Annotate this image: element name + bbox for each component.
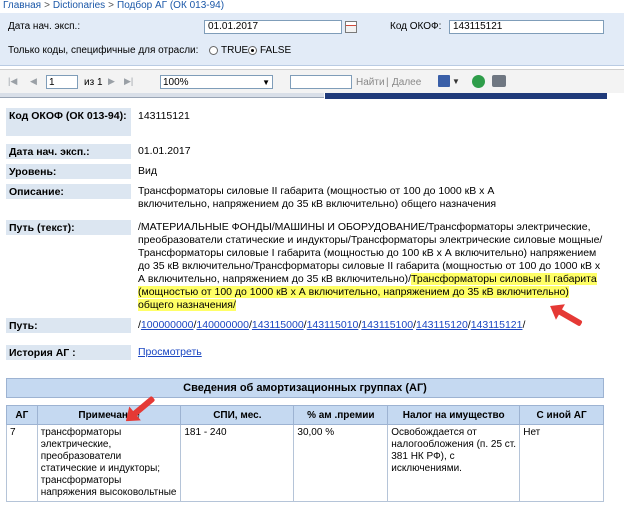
report-toolbar: |◀ ◀ из 1 ▶ ▶| 100% ▼ Найти | Далее ▼ — [0, 69, 624, 95]
radio-true-label: TRUE — [221, 45, 249, 56]
only-codes-label: Только коды, специфичные для отрасли: — [8, 45, 199, 56]
description-value: Трансформаторы силовые II габарита (мощн… — [138, 185, 497, 210]
save-icon[interactable] — [438, 75, 450, 87]
description-label: Описание: — [6, 184, 131, 199]
breadcrumb-home[interactable]: Главная — [3, 0, 41, 11]
col-other: С иной АГ — [519, 405, 604, 425]
path-link[interactable]: 143115100 — [361, 319, 413, 331]
date-input[interactable] — [204, 20, 342, 34]
date-detail-label: Дата нач. эксп.: — [6, 144, 131, 159]
date-label: Дата нач. эксп.: — [8, 21, 81, 32]
last-page-icon[interactable]: ▶| — [124, 76, 133, 87]
page-of: из 1 — [84, 77, 103, 88]
cell-premium: 30,00 % — [293, 424, 389, 502]
path-text-label: Путь (текст): — [6, 220, 131, 235]
cell-note: трансформаторы электрические, преобразов… — [36, 424, 182, 502]
path-link[interactable]: 143115121 — [471, 319, 523, 331]
col-note: Примечание — [36, 405, 182, 425]
radio-true[interactable] — [209, 46, 218, 55]
table-row: 7 трансформаторы электрические, преобраз… — [6, 424, 604, 502]
code-value: 143115121 — [138, 110, 190, 122]
path-link[interactable]: 100000000 — [141, 319, 194, 331]
radio-false-label: FALSE — [260, 45, 292, 56]
path-link[interactable]: 143115010 — [307, 319, 359, 331]
path-link[interactable]: 143115120 — [416, 319, 468, 331]
cell-ag: 7 — [6, 424, 38, 502]
toolbar-divider: | — [386, 77, 389, 88]
calendar-icon[interactable] — [345, 21, 357, 33]
amort-section-title: Сведения об амортизационных группах (АГ) — [6, 378, 604, 398]
radio-false[interactable] — [248, 46, 257, 55]
path-links: /100000000/140000000/143115000/143115010… — [138, 319, 526, 331]
next-link[interactable]: Далее — [392, 77, 421, 88]
find-link[interactable]: Найти — [356, 77, 385, 88]
chevron-down-icon: ▼ — [262, 78, 270, 87]
next-page-icon[interactable]: ▶ — [108, 76, 115, 87]
okof-input[interactable] — [449, 20, 604, 34]
path-text-value: /МАТЕРИАЛЬНЫЕ ФОНДЫ/МАШИНЫ И ОБОРУДОВАНИ… — [138, 221, 604, 312]
history-value: Просмотреть — [138, 346, 612, 359]
print-icon[interactable] — [492, 75, 506, 87]
refresh-icon[interactable] — [472, 75, 485, 88]
breadcrumb-current: Подбор АГ (ОК 013-94) — [117, 0, 225, 11]
filter-panel: Дата нач. эксп.: Код ОКОФ: Только коды, … — [0, 13, 624, 66]
col-ag: АГ — [6, 405, 38, 425]
zoom-select[interactable]: 100% ▼ — [160, 75, 273, 89]
col-tax: Налог на имущество — [387, 405, 521, 425]
table-header-row: АГ Примечание СПИ, мес. % ам .премии Нал… — [6, 405, 604, 425]
amort-table: АГ Примечание СПИ, мес. % ам .премии Нал… — [6, 405, 604, 502]
export-dropdown-icon[interactable]: ▼ — [452, 77, 460, 86]
col-premium: % ам .премии — [293, 405, 389, 425]
first-page-icon[interactable]: |◀ — [8, 76, 17, 87]
zoom-value: 100% — [163, 77, 189, 88]
level-label: Уровень: — [6, 164, 131, 179]
level-value: Вид — [138, 165, 157, 177]
path-link[interactable]: 140000000 — [196, 319, 249, 331]
path-label: Путь: — [6, 318, 131, 333]
breadcrumb-dictionaries[interactable]: Dictionaries — [53, 0, 105, 11]
date-detail-value: 01.01.2017 — [138, 145, 191, 157]
code-label: Код ОКОФ (ОК 013-94): — [6, 108, 131, 136]
prev-page-icon[interactable]: ◀ — [30, 76, 37, 87]
path-link[interactable]: 143115000 — [252, 319, 304, 331]
col-spi: СПИ, мес. — [180, 405, 295, 425]
cell-other: Нет — [519, 424, 604, 502]
cell-spi: 181 - 240 — [180, 424, 295, 502]
find-input[interactable] — [290, 75, 352, 89]
cell-tax: Освобождается от налогообложения (п. 25 … — [387, 424, 521, 502]
breadcrumb: Главная > Dictionaries > Подбор АГ (ОК 013-9… — [3, 0, 225, 11]
history-label: История АГ : — [6, 345, 131, 360]
okof-label: Код ОКОФ: — [390, 21, 442, 32]
history-link[interactable]: Просмотреть — [138, 346, 202, 358]
page-input[interactable] — [46, 75, 78, 89]
report-tab-strip — [0, 93, 624, 99]
